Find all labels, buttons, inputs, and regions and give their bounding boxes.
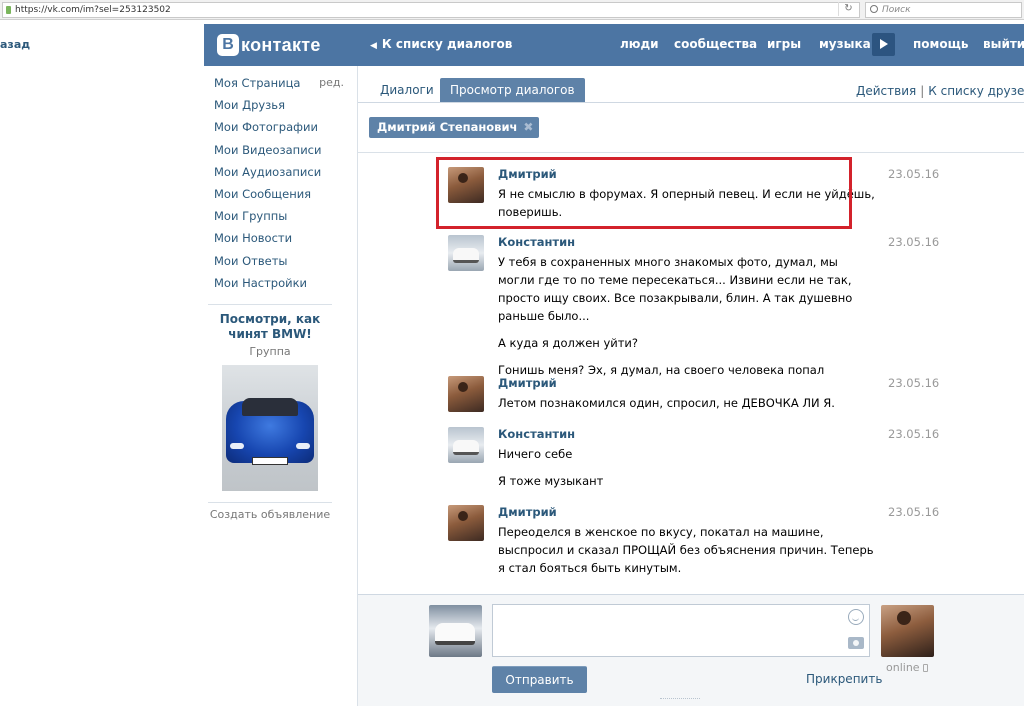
emoji-icon[interactable]: [848, 609, 864, 625]
avatar[interactable]: [448, 427, 484, 463]
separator: |: [920, 84, 925, 98]
sidebar-divider: [208, 304, 332, 305]
online-status: online: [886, 661, 928, 674]
previous-page-link[interactable]: азад: [0, 38, 30, 51]
tab-dialogs[interactable]: Диалоги: [370, 78, 444, 102]
message-text: Переоделся в женское по вкусу, покатал н…: [498, 525, 874, 575]
vk-logo[interactable]: В контакте: [217, 33, 321, 57]
menu-item-photos[interactable]: Мои Фотографии: [214, 120, 348, 142]
address-bar[interactable]: https://vk.com/im?sel=253123502: [2, 2, 860, 18]
message-date[interactable]: 23.05.16: [888, 376, 939, 390]
send-button[interactable]: Отправить: [492, 666, 587, 693]
back-to-dialogs-link[interactable]: ◀ К списку диалогов: [370, 37, 512, 51]
menu-item-friends[interactable]: Мои Друзья: [214, 98, 348, 120]
message-author[interactable]: Дмитрий: [498, 376, 557, 390]
menu-item-settings[interactable]: Мои Настройки: [214, 276, 348, 298]
ad-title[interactable]: Посмотри, как чинят BMW!: [208, 312, 332, 342]
menu-item-news[interactable]: Мои Новости: [214, 231, 348, 253]
message-author[interactable]: Дмитрий: [498, 505, 557, 519]
edit-menu-link[interactable]: ред.: [319, 76, 344, 90]
nav-music[interactable]: музыка: [819, 37, 871, 51]
actions-link[interactable]: Действия: [856, 84, 916, 98]
car-windshield: [242, 398, 298, 416]
nav-communities[interactable]: сообщества: [674, 37, 757, 51]
tab-view-dialogs[interactable]: Просмотр диалогов: [440, 78, 585, 102]
recipient-chip[interactable]: Дмитрий Степанович ✖: [369, 117, 540, 138]
menu-item-audio[interactable]: Мои Аудиозаписи: [214, 165, 348, 187]
message-author[interactable]: Константин: [498, 235, 575, 249]
online-label: online: [886, 661, 920, 674]
message-body: Переоделся в женское по вкусу, покатал н…: [498, 523, 878, 586]
resize-handle[interactable]: [660, 698, 700, 699]
search-icon: [870, 5, 878, 13]
logo-text: контакте: [241, 34, 321, 55]
tab-divider: [358, 102, 1024, 103]
car-headlight: [296, 443, 310, 449]
avatar[interactable]: [448, 376, 484, 412]
back-to-dialogs-label: К списку диалогов: [381, 37, 513, 51]
site-header: В контакте ◀ К списку диалогов люди сообщ…: [204, 24, 1024, 66]
secure-lock-icon: [6, 6, 11, 14]
address-url: https://vk.com/im?sel=253123502: [15, 5, 171, 15]
message-body: Ничего себе Я тоже музыкант: [498, 445, 878, 499]
ad-subtitle: Группа: [249, 345, 291, 358]
left-menu: Моя Страница ред. Мои Друзья Мои Фотограф…: [214, 76, 348, 298]
history-divider: [358, 152, 1024, 153]
menu-item-answers[interactable]: Мои Ответы: [214, 254, 348, 276]
car-headlight: [230, 443, 244, 449]
sidebar-divider: [208, 502, 332, 503]
message-text: Ничего себе: [498, 447, 573, 461]
recipient-name: Дмитрий Степанович: [377, 120, 518, 134]
highlight-box: [436, 157, 852, 229]
avatar[interactable]: [881, 605, 934, 657]
message-text: Я тоже музыкант: [498, 474, 604, 488]
avatar[interactable]: [448, 235, 484, 271]
car-plate: [252, 457, 288, 465]
avatar[interactable]: [448, 505, 484, 541]
message-author[interactable]: Константин: [498, 427, 575, 441]
reload-icon[interactable]: ↻: [838, 2, 858, 16]
message-body: Летом познакомился один, спросил, не ДЕВ…: [498, 394, 878, 421]
message-text: Летом познакомился один, спросил, не ДЕВ…: [498, 396, 835, 410]
nav-games[interactable]: игры: [767, 37, 801, 51]
message-date[interactable]: 23.05.16: [888, 505, 939, 519]
nav-people[interactable]: люди: [620, 37, 659, 51]
menu-item-messages[interactable]: Мои Сообщения: [214, 187, 348, 209]
message-input[interactable]: [492, 604, 870, 657]
message-text: А куда я должен уйти?: [498, 336, 639, 350]
browser-toolbar: https://vk.com/im?sel=253123502 ↻ Поиск: [0, 0, 1024, 20]
message-text: У тебя в сохраненных много знакомых фото…: [498, 255, 853, 323]
dialog-actions: Действия | К списку друзей: [856, 84, 1024, 98]
browser-search-input[interactable]: Поиск: [865, 2, 1022, 18]
message-date[interactable]: 23.05.16: [888, 235, 939, 249]
ad-image[interactable]: [222, 365, 318, 491]
attach-link[interactable]: Прикрепить: [806, 672, 882, 686]
message-body: У тебя в сохраненных много знакомых фото…: [498, 253, 878, 388]
menu-item-videos[interactable]: Мои Видеозаписи: [214, 143, 348, 165]
avatar[interactable]: [429, 605, 482, 657]
message-date[interactable]: 23.05.16: [888, 427, 939, 441]
search-placeholder: Поиск: [882, 5, 911, 15]
friends-list-link[interactable]: К списку друзей: [928, 84, 1024, 98]
close-icon[interactable]: ✖: [523, 117, 533, 138]
nav-help[interactable]: помощь: [913, 37, 968, 51]
mobile-phone-icon: [922, 664, 928, 672]
chevron-left-icon: ◀: [370, 41, 377, 51]
nav-logout[interactable]: выйти: [983, 37, 1024, 51]
ad-block[interactable]: Посмотри, как чинят BMW! Группа: [208, 312, 332, 491]
logo-letter: В: [217, 34, 239, 56]
play-icon[interactable]: [872, 33, 895, 56]
menu-item-label: Моя Страница: [214, 76, 301, 90]
menu-item-groups[interactable]: Мои Группы: [214, 209, 348, 231]
message-date[interactable]: 23.05.16: [888, 167, 939, 181]
create-ad-link[interactable]: Создать объявление: [208, 508, 332, 521]
camera-icon[interactable]: [848, 637, 864, 649]
menu-item-my-page[interactable]: Моя Страница ред.: [214, 76, 348, 98]
